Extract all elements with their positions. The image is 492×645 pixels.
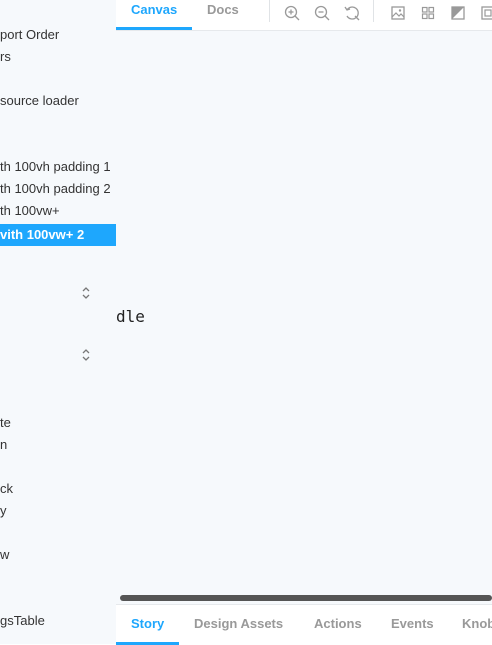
sidebar-item-100vw[interactable]: th 100vw+ [0, 200, 60, 222]
sidebar-item-label: w [0, 547, 10, 562]
sidebar-item-label: gsTable [0, 613, 45, 628]
background-icon[interactable] [389, 4, 407, 22]
sidebar-item-label: y [0, 503, 7, 518]
sidebar-item[interactable]: ck [0, 478, 13, 500]
tab-label: Actions [314, 616, 362, 631]
sidebar-item-label: source loader [0, 93, 79, 108]
tab-label: Story [131, 616, 165, 631]
contrast-icon[interactable] [449, 4, 467, 22]
outline-icon[interactable] [479, 4, 492, 22]
sidebar-item-label: th 100vh padding 1 [0, 159, 111, 174]
zoom-out-icon[interactable] [313, 4, 331, 22]
sidebar-item-100vw-2-selected[interactable]: vith 100vw+ 2 [0, 224, 116, 246]
sidebar-item[interactable]: w [0, 544, 9, 566]
preview-toolbar: Canvas Docs [116, 0, 492, 31]
tab-design-assets[interactable]: Design Assets [179, 605, 298, 645]
toolbar-divider [373, 0, 374, 22]
tab-story[interactable]: Story [116, 605, 180, 645]
tab-label: Design Assets [194, 616, 284, 631]
sidebar-item[interactable]: n [0, 434, 7, 456]
tab-label: Docs [207, 2, 239, 17]
addons-panel: Story Design Assets Actions Events Knob [116, 604, 492, 645]
horizontal-scrollbar-thumb[interactable] [120, 595, 492, 601]
sidebar-item-label: th 100vw+ [0, 203, 60, 218]
canvas-stage [116, 31, 492, 592]
reset-zoom-icon[interactable] [343, 4, 361, 22]
tab-events[interactable]: Events [376, 605, 449, 645]
story-content-text: dle [116, 307, 145, 326]
sidebar-item-label: n [0, 437, 8, 452]
sidebar-item-label: vith 100vw+ 2 [0, 227, 85, 242]
sidebar-item-export-order[interactable]: port Order [0, 24, 59, 46]
expand-collapse-icon[interactable] [80, 286, 92, 300]
tab-canvas[interactable]: Canvas [116, 0, 193, 30]
grid-icon[interactable] [419, 4, 437, 22]
toolbar-divider [269, 0, 270, 22]
sidebar-item-source-loader[interactable]: source loader [0, 90, 79, 112]
expand-collapse-icon[interactable] [80, 348, 92, 362]
sidebar-item-label: port Order [0, 27, 60, 42]
tab-label: Events [391, 616, 434, 631]
tab-label: Canvas [131, 2, 178, 17]
sidebar-item-label: ck [0, 481, 13, 496]
sidebar-item-settings-table[interactable]: gsTable [0, 610, 45, 632]
sidebar: port Order rs source loader th 100vh pad… [0, 0, 116, 644]
tab-docs[interactable]: Docs [192, 0, 254, 30]
sidebar-item-label: rs [0, 49, 11, 64]
sidebar-item[interactable]: te [0, 412, 11, 434]
zoom-in-icon[interactable] [283, 4, 301, 22]
tab-knobs[interactable]: Knob [447, 605, 492, 645]
tab-actions[interactable]: Actions [299, 605, 377, 645]
sidebar-item-label: te [0, 415, 11, 430]
sidebar-item-100vh-padding-1[interactable]: th 100vh padding 1 [0, 156, 111, 178]
tab-label: Knob [462, 616, 492, 631]
sidebar-item[interactable]: y [0, 500, 7, 522]
sidebar-item[interactable]: rs [0, 46, 11, 68]
sidebar-item-label: th 100vh padding 2 [0, 181, 111, 196]
sidebar-item-100vh-padding-2[interactable]: th 100vh padding 2 [0, 178, 111, 200]
